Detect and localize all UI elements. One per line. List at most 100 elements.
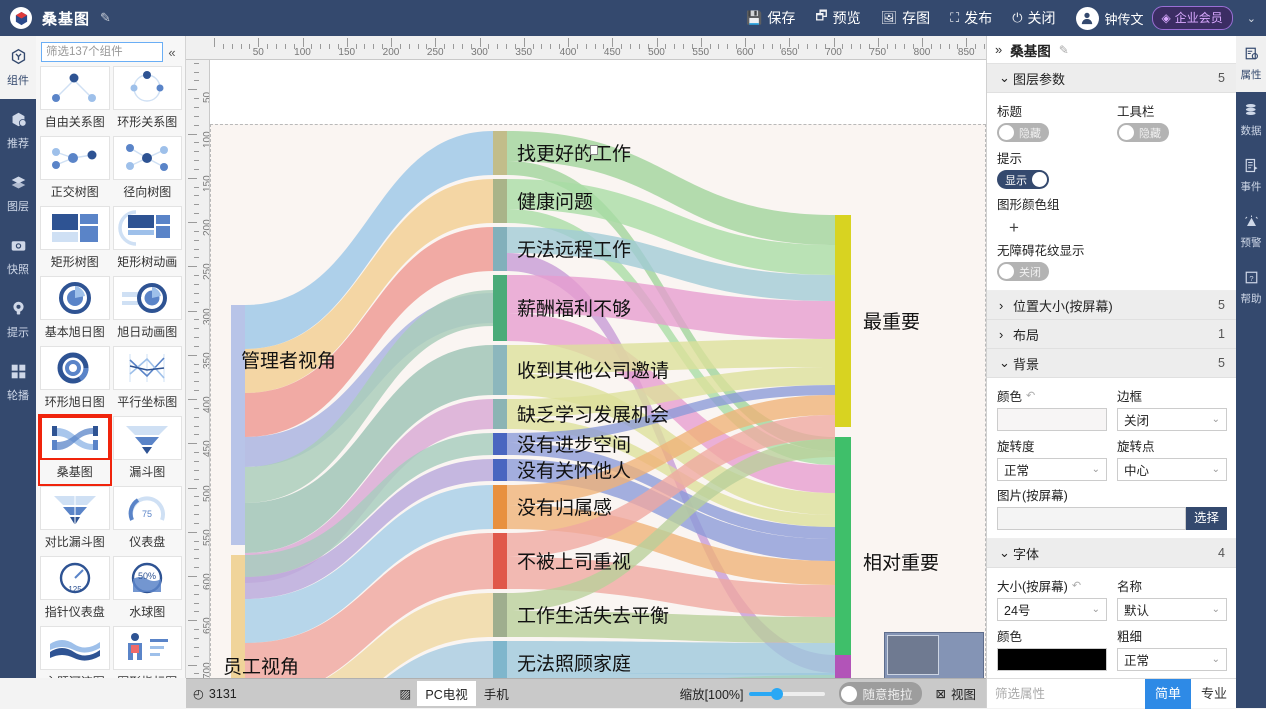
preview-button[interactable]: 🗗 预览 [815, 7, 860, 29]
font-name-select[interactable]: 默认 ⌄ [1117, 598, 1227, 621]
component-item-sunburst-animated[interactable]: 旭日动画图 [112, 276, 182, 344]
resize-handle-top[interactable] [590, 145, 598, 155]
tab-simple[interactable]: 简单 [1144, 678, 1191, 709]
component-item-compare-funnel[interactable]: 对比漏斗图 [40, 486, 110, 554]
collapse-properties-icon[interactable]: » [995, 42, 1002, 57]
close-button[interactable]: ⏻ 关闭 [1012, 8, 1055, 28]
sankey-node-2[interactable] [493, 179, 507, 223]
section-header-layout[interactable]: › 布局 1 [987, 320, 1237, 349]
right-rail-item-5[interactable]: ? 帮助 [1236, 260, 1266, 316]
sankey-node-6[interactable] [493, 399, 507, 429]
sankey-node-5[interactable] [493, 345, 507, 395]
collapse-panel-icon[interactable]: « [163, 45, 181, 60]
sankey-node-10[interactable] [493, 533, 507, 589]
font-color-swatch[interactable] [997, 648, 1107, 671]
component-item-treemap[interactable]: 矩形树图 [40, 206, 110, 274]
font-size-select[interactable]: 24号 ⌄ [997, 598, 1107, 621]
horizontal-ruler[interactable]: 50 100 150 200 250 300 350 400 450 500 550 600 650 70… [186, 36, 986, 60]
zoom-control[interactable]: 缩放[100%] [680, 684, 826, 703]
component-item-pointer-gauge[interactable]: 125 指针仪表盘 [40, 556, 110, 624]
rail-item-5[interactable]: 提示 [0, 288, 36, 351]
component-item-pictorial-indicator[interactable]: 图形指标图 [112, 626, 182, 678]
edit-properties-icon[interactable]: ✎ [1059, 43, 1069, 57]
reset-font-size-icon[interactable]: ↶ [1072, 579, 1081, 592]
reset-bg-color-icon[interactable]: ↶ [1026, 389, 1035, 402]
toggle-toolbar[interactable]: 隐藏 [1117, 123, 1169, 142]
sankey-chart-layer[interactable]: 找更好的工作 健康问题 无法远程工作 薪酬福利不够 收到其他公司邀请 缺乏学习发展机会 没有… [210, 124, 986, 686]
toggle-tip[interactable]: 显示 [997, 170, 1049, 189]
section-header-position-size[interactable]: › 位置大小(按屏幕) 5 [987, 291, 1237, 320]
free-drag-toggle[interactable]: 随意拖拉 [839, 682, 922, 705]
sankey-right-node-2[interactable] [835, 437, 851, 686]
component-item-funnel[interactable]: 漏斗图 [112, 416, 182, 484]
save-button[interactable]: 💾 保存 [746, 8, 795, 28]
vertical-ruler[interactable]: 50 100 150 200 250 300 350 400 450 500 550 600 650 70… [186, 60, 210, 686]
sankey-node-9[interactable] [493, 485, 507, 529]
section-header-font[interactable]: ⌄ 字体 4 [987, 539, 1237, 568]
component-item-liquid-fill[interactable]: 50% 水球图 [112, 556, 182, 624]
component-item-parallel-coords[interactable]: 平行坐标图 [112, 346, 182, 414]
font-weight-select[interactable]: 正常 ⌄ [1117, 648, 1227, 671]
tab-professional[interactable]: 专业 [1191, 679, 1237, 709]
component-filter-input[interactable]: 筛选137个组件 [41, 42, 163, 62]
component-item-circular-relation[interactable]: 环形关系图 [112, 66, 182, 134]
rotate-select[interactable]: 正常 ⌄ [997, 458, 1107, 481]
border-select[interactable]: 关闭 ⌄ [1117, 408, 1227, 431]
sankey-node-7[interactable] [493, 433, 507, 455]
chevron-down-icon[interactable]: ⌄ [1247, 12, 1256, 25]
properties-scroll[interactable]: ⌄ 图层参数 5 标题 隐藏 工具栏 隐藏 提示 显示 图形颜色组 + 无障碍花… [987, 64, 1237, 678]
component-item-radial-tree[interactable]: 径向树图 [112, 136, 182, 204]
add-color-group-button[interactable]: + [997, 216, 1227, 238]
sankey-left-node-1[interactable] [231, 305, 245, 545]
sankey-right-node-1[interactable] [835, 215, 851, 427]
canvas-minimap[interactable] [884, 632, 984, 684]
toggle-pattern-display[interactable]: 关闭 [997, 262, 1049, 281]
canvas-area[interactable]: 50 100 150 200 250 300 350 400 450 500 550 600 650 70… [186, 36, 986, 708]
right-rail-item-2[interactable]: 数据 [1236, 92, 1266, 148]
component-item-gauge[interactable]: 75 仪表盘 [112, 486, 182, 554]
rail-item-3[interactable]: 图层 [0, 162, 36, 225]
component-grid-scroll[interactable]: 自由关系图 环形关系图 正交树图 径向树图 矩形树图 矩形树动画 基本旭日图 旭日动画图 环形旭… [36, 66, 186, 678]
toggle-title[interactable]: 隐藏 [997, 123, 1049, 142]
user-menu[interactable]: 钟传文 ◈ 企业会员 [1075, 6, 1233, 30]
right-rail-item-3[interactable]: 事件 [1236, 148, 1266, 204]
publish-button[interactable]: ⛶ 发布 [950, 8, 992, 28]
view-button[interactable]: ⊠ 视图 [936, 684, 977, 703]
rotate-point-select[interactable]: 中心 ⌄ [1117, 458, 1227, 481]
sankey-node-3[interactable] [493, 227, 507, 271]
minimap-viewport[interactable] [887, 635, 939, 675]
bg-color-swatch[interactable] [997, 408, 1107, 431]
sankey-chart[interactable]: 找更好的工作健康问题无法远程工作薪酬福利不够收到其他公司邀请缺乏学习发展机会没有… [211, 125, 986, 686]
component-item-theme-river[interactable]: 主题河流图 [40, 626, 110, 678]
sankey-node-11[interactable] [493, 593, 507, 637]
zoom-slider[interactable] [749, 687, 826, 700]
right-rail-item-4[interactable]: 预警 [1236, 204, 1266, 260]
rail-item-6[interactable]: 轮播 [0, 351, 36, 414]
device-mobile[interactable]: 手机 [476, 681, 517, 706]
rail-item-2[interactable]: 推荐 [0, 99, 36, 162]
property-filter-input[interactable]: 筛选属性 [987, 679, 1145, 709]
component-item-sankey[interactable]: 桑基图 [38, 414, 112, 486]
ruler-tick [320, 44, 322, 49]
sankey-node-1[interactable] [493, 131, 507, 175]
device-pc-tv[interactable]: PC电视 [417, 681, 476, 706]
design-stage[interactable]: 找更好的工作 健康问题 无法远程工作 薪酬福利不够 收到其他公司邀请 缺乏学习发展机会 没有… [210, 60, 986, 686]
section-header-layer-params[interactable]: ⌄ 图层参数 5 [987, 64, 1237, 93]
vip-badge[interactable]: ◈ 企业会员 [1151, 6, 1233, 30]
component-item-orthogonal-tree[interactable]: 正交树图 [40, 136, 110, 204]
sankey-node-8[interactable] [493, 459, 507, 481]
right-rail-item-1[interactable]: 属性 [1236, 36, 1266, 92]
rail-item-4[interactable]: 快照 [0, 225, 36, 288]
sankey-node-4[interactable] [493, 275, 507, 341]
edit-title-icon[interactable]: ✎ [100, 10, 111, 26]
bg-image-input[interactable] [997, 507, 1186, 530]
component-item-ring-sunburst[interactable]: 环形旭日图 [40, 346, 110, 414]
section-header-background[interactable]: ⌄ 背景 5 [987, 349, 1237, 378]
export-image-button[interactable]: 🖼 存图 [881, 8, 931, 28]
component-item-free-relation[interactable]: 自由关系图 [40, 66, 110, 134]
component-item-treemap-animated[interactable]: 矩形树动画 [112, 206, 182, 274]
rail-item-1[interactable]: 组件 [0, 36, 36, 99]
bg-image-select-button[interactable]: 选择 [1185, 507, 1227, 530]
zoom-slider-knob[interactable] [771, 687, 784, 700]
component-item-sunburst[interactable]: 基本旭日图 [40, 276, 110, 344]
